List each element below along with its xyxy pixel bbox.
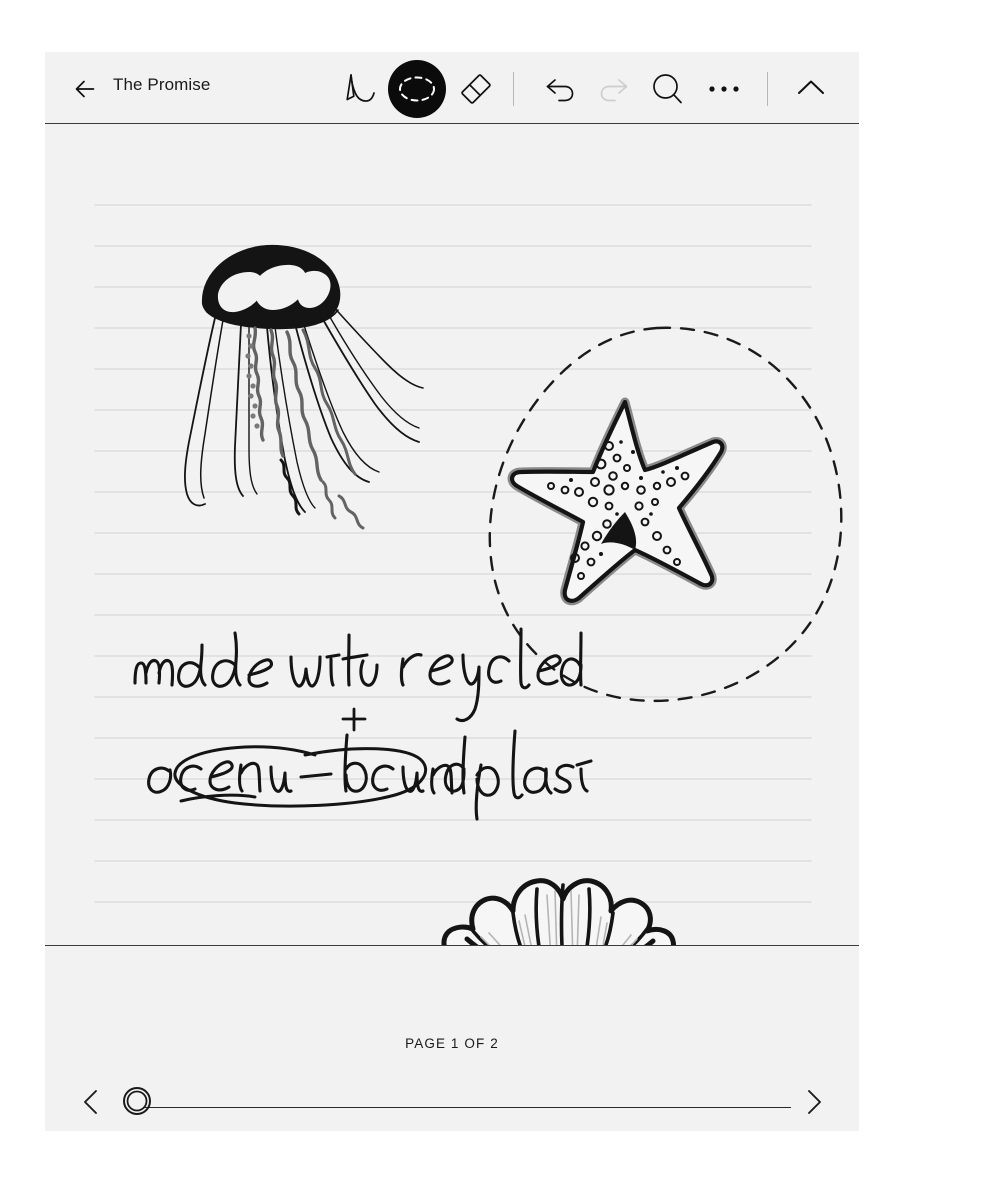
- search-button[interactable]: [647, 68, 689, 110]
- seashell-icon: [441, 878, 677, 946]
- footer: PAGE 1 OF 2: [45, 946, 859, 1131]
- back-button[interactable]: [71, 72, 105, 106]
- starfish-icon: [505, 394, 745, 624]
- chevron-up-icon: [798, 80, 824, 94]
- more-button[interactable]: [703, 68, 745, 110]
- previous-page-button[interactable]: [79, 1087, 103, 1117]
- page-slider-track[interactable]: [143, 1107, 791, 1108]
- redo-arrow-icon: [600, 79, 628, 102]
- jellyfish-drawing[interactable]: [163, 232, 463, 552]
- slider-thumb-icon: [123, 1087, 151, 1115]
- redo-button[interactable]: [593, 68, 635, 110]
- arrow-left-icon: [75, 80, 95, 98]
- collapse-button[interactable]: [790, 68, 832, 110]
- toolbar-divider-2: [767, 72, 768, 106]
- page-indicator: PAGE 1 OF 2: [405, 1036, 499, 1051]
- starfish-drawing[interactable]: [505, 394, 745, 624]
- notebook-app-window: The Promise PAGE 1 OF 2: [45, 52, 859, 1131]
- next-page-button[interactable]: [802, 1087, 826, 1117]
- eraser-icon: [461, 74, 491, 104]
- pen-icon: [346, 74, 375, 102]
- undo-arrow-icon: [546, 79, 574, 102]
- note-canvas[interactable]: [45, 124, 859, 946]
- jellyfish-icon: [184, 244, 424, 530]
- undo-button[interactable]: [539, 68, 581, 110]
- chevron-right-icon: [808, 1090, 821, 1114]
- page-slider-handle[interactable]: [122, 1086, 152, 1116]
- pen-tool[interactable]: [341, 68, 383, 110]
- ellipsis-icon: [709, 86, 739, 92]
- handwriting-strokes: [133, 627, 593, 821]
- toolbar: The Promise: [45, 52, 859, 123]
- search-icon: [653, 74, 682, 104]
- page-title: The Promise: [113, 75, 211, 94]
- seashell-drawing[interactable]: [415, 829, 705, 946]
- toolbar-divider-1: [513, 72, 514, 106]
- lasso-select-icon: [388, 60, 446, 118]
- handwritten-note[interactable]: [105, 619, 593, 821]
- chevron-left-icon: [84, 1090, 97, 1114]
- eraser-tool[interactable]: [455, 68, 497, 110]
- select-tool[interactable]: [386, 58, 448, 120]
